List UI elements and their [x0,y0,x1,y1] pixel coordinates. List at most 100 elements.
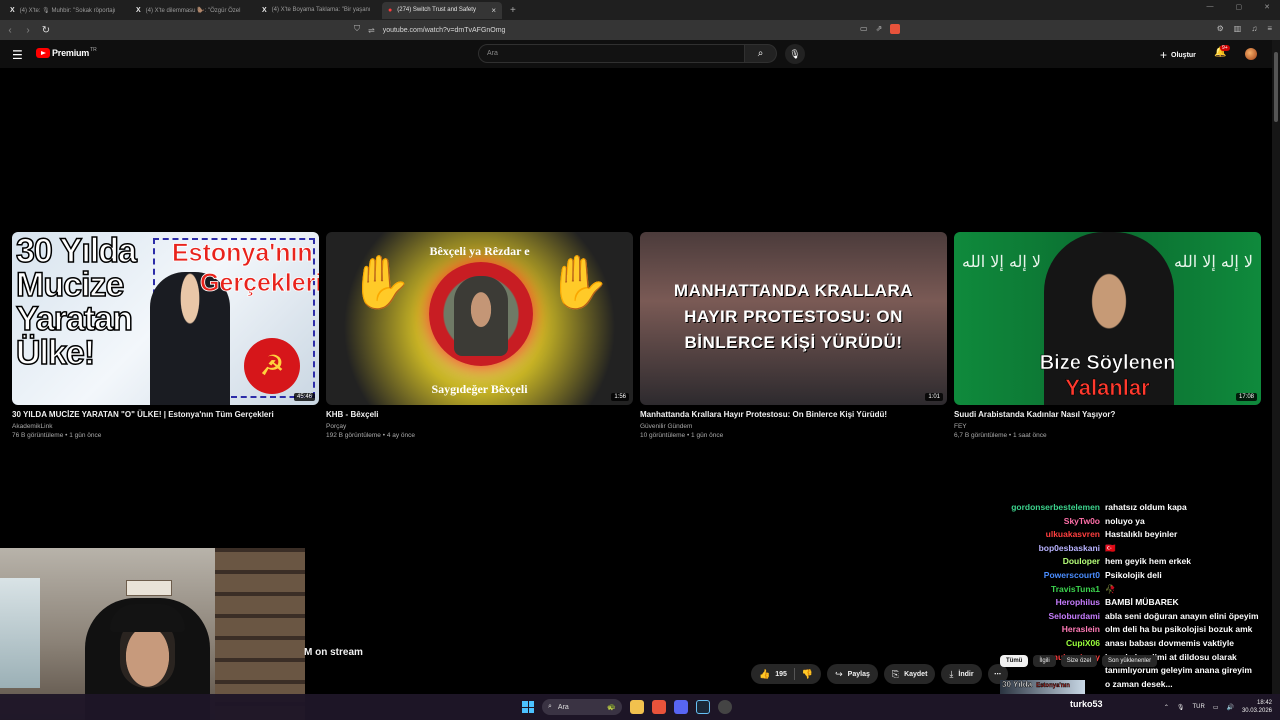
search-input[interactable]: Ara [478,44,745,63]
chat-message: Heraslein olm deli ha bu psikolojisi bozu… [1000,623,1280,637]
search-button[interactable]: ⌕ [745,44,777,63]
browser-tab-active[interactable]: ● (274) Switch Trust and Safety × [382,1,502,19]
channel-name[interactable]: Güvenilir Gündem [640,423,947,430]
tab-label: (274) Switch Trust and Safety [397,7,476,13]
media-icon[interactable]: ♫ [1251,24,1257,33]
video-title[interactable]: Suudi Arabistanda Kadınlar Nasıl Yaşıyor… [954,410,1261,419]
chat-text: Hastalıklı beyinler [1105,529,1178,540]
scrollbar-thumb[interactable] [1274,52,1278,122]
back-icon[interactable]: ‹ [2,25,18,36]
network-icon[interactable]: ▭ [1213,704,1219,711]
close-window-icon[interactable]: ✕ [1264,3,1270,11]
youtube-logo[interactable]: Premium TR [36,47,97,58]
mic-icon: 🎙 [789,49,801,59]
divider [793,668,795,680]
dislike-icon[interactable]: 👎 [802,669,813,680]
new-tab-button[interactable]: + [510,5,516,16]
taskbar-search[interactable]: ⌕ Ara 🐢 [542,699,622,715]
video-thumbnail[interactable]: MANHATTANDA KRALLARA HAYIR PROTESTOSU: O… [640,232,947,405]
browser-tab[interactable]: X (4) X'te Boyama Taklama: "Bir yaşanı [256,2,378,19]
chat-text: olm deli ha bu psikolojisi bozuk amk [1105,624,1253,635]
maximize-icon[interactable]: ▢ [1236,3,1243,11]
like-dislike-button[interactable]: 👍 195 👎 [751,664,822,684]
related-video-thumbnail[interactable]: 30 Yılda Estonya'nın [1000,680,1085,694]
video-title[interactable]: Manhattanda Krallara Hayır Protestosu: O… [640,410,947,419]
chat-text: Psikolojik deli [1105,569,1162,580]
chat-username: Heraslein [1061,624,1100,635]
volume-icon[interactable]: 🔊 [1226,704,1233,711]
calligraphy-left: لا إله إلا الله [962,252,1042,271]
sidebar-icon[interactable]: ▥ [1234,24,1242,33]
mini-thumb-red: Estonya'nın [1036,683,1070,689]
close-tab-icon[interactable]: × [491,6,496,15]
voice-search-button[interactable]: 🎙 [785,44,805,64]
share-icon[interactable]: ⇗ [876,24,883,34]
avatar[interactable] [1245,48,1257,60]
video-thumbnail[interactable]: 30 Yılda Mucize Yaratan Ülke! Estonya'nı… [12,232,319,405]
discord-icon[interactable] [674,700,688,714]
windows-start-icon[interactable] [522,701,534,713]
reload-icon[interactable]: ↻ [38,25,54,36]
tab-label: (4) X'te dilemmasu 🦫: "Özgür Özel [145,7,241,14]
chip-for-you[interactable]: Size özel [1060,655,1098,667]
create-button[interactable]: + Oluştur [1160,48,1196,62]
chip-all[interactable]: Tümü [1000,655,1029,667]
video-title[interactable]: KHB - Bêxçeli [326,410,633,419]
guide-menu-icon[interactable]: ☰ [12,48,23,62]
video-actions: 👍 195 👎 ↪ Paylaş ⎘ Kaydet ⤓ İndir ⋯ [751,664,1008,684]
youtube-masthead: ☰ Premium TR Ara ⌕ 🎙 + Oluştur 🔔 9+ [0,40,1272,68]
channel-name[interactable]: FEY [954,423,1261,430]
current-video-title: M on stream [304,647,363,658]
chat-message: Herophilus BAMBİ MÜBAREK [1000,596,1280,610]
download-button[interactable]: ⤓ İndir [941,664,982,684]
chat-message: ulkuakasvren Hastalıklı beyinler [1000,528,1280,542]
address-bar[interactable]: ⇌ youtube.com/watch?v=dmTvAFGnOmg [368,23,908,37]
video-card[interactable]: 30 Yılda Mucize Yaratan Ülke! Estonya'nı… [12,232,319,439]
like-icon[interactable]: 👍 [759,669,770,680]
channel-name[interactable]: Porçay [326,423,633,430]
mic-tray-icon[interactable]: 🎙 [1177,704,1185,711]
system-clock[interactable]: 18:42 30.03.2026 [1242,699,1272,715]
chat-text: noluyo ya [1105,515,1145,526]
thumbnail-caption-top: Bêxçeli ya Rêzdar e [429,244,530,258]
notifications-button[interactable]: 🔔 9+ [1214,45,1230,58]
menu-icon[interactable]: ≡ [1267,24,1272,33]
chat-username: gordonserbestelemen [1011,502,1100,512]
brave-shield-icon[interactable] [890,24,901,34]
steam-icon[interactable] [696,700,710,714]
browser-tab[interactable]: X (4) X'te: 🎙 Muhbir: "Sokak röportajı [4,2,126,19]
video-card[interactable]: ✋ ✋ Bêxçeli ya Rêzdar e Saygıdeğer Bêxçe… [326,232,633,439]
file-explorer-icon[interactable] [630,700,644,714]
bookmark-icon[interactable]: ⛉ [354,24,360,34]
forward-icon[interactable]: › [20,25,36,36]
cast-icon[interactable]: ▭ [860,24,868,34]
video-thumbnail[interactable]: ✋ ✋ Bêxçeli ya Rêzdar e Saygıdeğer Bêxçe… [326,232,633,405]
site-info-icon[interactable]: ⇌ [368,26,375,35]
obs-icon[interactable] [718,700,732,714]
chat-message: CupiX06 anası babası dovmemis vaktiyle [1000,637,1280,651]
search-highlight-icon: 🐢 [607,704,616,711]
save-button[interactable]: ⎘ Kaydet [883,664,936,684]
chat-message: Seloburdami abla seni doğuran anayın elin… [1000,610,1280,624]
video-card[interactable]: MANHATTANDA KRALLARA HAYIR PROTESTOSU: O… [640,232,947,439]
language-indicator[interactable]: TUR [1192,704,1204,710]
video-thumbnail[interactable]: لا إله إلا الله لا إله إلا الله Bize Söy… [954,232,1261,405]
brave-browser-icon[interactable] [652,700,666,714]
share-button[interactable]: ↪ Paylaş [827,664,878,684]
video-card[interactable]: لا إله إلا الله لا إله إلا الله Bize Söy… [954,232,1261,439]
chat-text: anası babası dovmemis vaktiyle [1105,637,1234,648]
brand-label: Premium [52,48,90,58]
channel-name[interactable]: AkademikLink [12,423,319,430]
minimize-icon[interactable]: — [1207,3,1214,11]
video-meta: 192 B görüntüleme • 4 ay önce [326,432,416,439]
extensions-icon[interactable]: ⚙ [1217,24,1224,33]
tray-chevron-icon[interactable]: ⌃ [1164,704,1169,711]
video-title[interactable]: 30 YILDA MUCİZE YARATAN "O" ÜLKE! | Esto… [12,410,319,419]
recording-icon: ● [388,6,393,14]
chip-recent[interactable]: Son yüklenenler [1102,655,1158,667]
chat-username: Herophilus [1055,597,1100,608]
browser-tab[interactable]: X (4) X'te dilemmasu 🦫: "Özgür Özel [130,2,252,19]
portrait-image [454,276,508,356]
chat-username: CupiX06 [1065,637,1100,648]
chip-related[interactable]: İlgili [1033,655,1056,667]
